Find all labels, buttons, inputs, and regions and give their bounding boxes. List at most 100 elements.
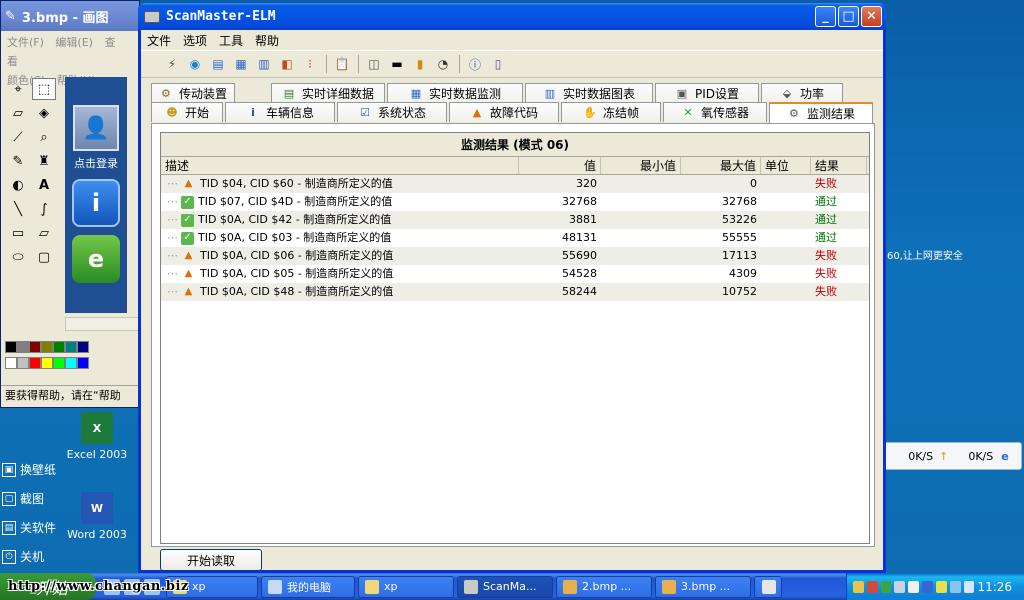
color-swatch[interactable] xyxy=(77,357,89,369)
paint-titlebar[interactable]: ✎ 3.bmp - 画图 xyxy=(1,1,139,31)
text-icon[interactable]: A xyxy=(32,174,56,196)
tray-icon[interactable] xyxy=(880,580,892,593)
rectangle-icon[interactable]: ▭ xyxy=(6,222,30,244)
color-swatch[interactable] xyxy=(41,357,53,369)
table-row[interactable]: ⋯ ▲ TID $0A, CID $05 - 制造商所定义的值 54528 4309 失败 xyxy=(161,265,869,283)
start-read-button[interactable]: 开始读取 xyxy=(160,549,262,571)
color-swatch[interactable] xyxy=(5,341,17,353)
tab-pid-settings[interactable]: ▣ PID设置 xyxy=(655,83,759,103)
tab-live-details[interactable]: ▤ 实时详细数据 xyxy=(271,83,385,103)
wallpaper-button[interactable]: ▣ 换壁纸 xyxy=(2,461,56,478)
line-icon[interactable]: ╲ xyxy=(6,198,30,220)
about-icon[interactable]: ⓘ xyxy=(466,55,484,73)
document-icon[interactable]: ▤ xyxy=(209,55,227,73)
curve-icon[interactable]: ∫ xyxy=(32,198,56,220)
tab-fault-codes[interactable]: ▲ 故障代码 xyxy=(449,102,559,122)
table-row[interactable]: ⋯ ✓ TID $0A, CID $03 - 制造商所定义的值 48131 55555 通… xyxy=(161,229,869,247)
col-unit[interactable]: 单位 xyxy=(761,157,811,174)
airbrush-icon[interactable]: ◐ xyxy=(6,174,30,196)
log-icon[interactable]: ◫ xyxy=(365,55,383,73)
table-row[interactable]: ⋯ ▲ TID $0A, CID $06 - 制造商所定义的值 55690 17113 失… xyxy=(161,247,869,265)
book-icon[interactable]: ▯ xyxy=(489,55,507,73)
task-scanmaster[interactable]: ScanMa... xyxy=(457,575,553,598)
color-swatch[interactable] xyxy=(77,341,89,353)
color-swatch[interactable] xyxy=(65,341,77,353)
rect-select-icon[interactable]: ⬚ xyxy=(32,78,56,100)
volume-icon[interactable] xyxy=(908,580,920,593)
tab-power[interactable]: ⬙ 功率 xyxy=(761,83,843,103)
connect-icon[interactable]: ⚡ xyxy=(163,55,181,73)
rounded-rect-icon[interactable]: ▢ xyxy=(32,246,56,268)
window-titlebar[interactable]: ScanMaster-ELM _ □ ✕ xyxy=(138,3,886,30)
browser-icon[interactable]: e xyxy=(72,235,120,283)
eraser-icon[interactable]: ▱ xyxy=(6,102,30,124)
table-row[interactable]: ⋯ ▲ TID $04, CID $60 - 制造商所定义的值 320 0 失败 xyxy=(161,175,869,193)
task-my-computer[interactable]: 我的电脑 xyxy=(261,575,355,598)
tray-icon[interactable] xyxy=(963,580,975,593)
color-swatch[interactable] xyxy=(53,341,65,353)
traffic-light-icon[interactable]: ⁝ xyxy=(301,55,319,73)
tab-transmission[interactable]: ⚙ 传动装置 xyxy=(151,83,235,103)
maximize-button[interactable]: □ xyxy=(838,6,859,27)
menu-help[interactable]: 帮助 xyxy=(255,32,279,49)
magnifier-icon[interactable]: ⌕ xyxy=(32,126,56,148)
fill-icon[interactable]: ◈ xyxy=(32,102,56,124)
table-icon[interactable]: ▦ xyxy=(232,55,250,73)
battery-icon[interactable]: ▮ xyxy=(411,55,429,73)
close-button[interactable]: ✕ xyxy=(861,6,882,27)
table-row[interactable]: ⋯ ✓ TID $0A, CID $42 - 制造商所定义的值 3881 53226 通过 xyxy=(161,211,869,229)
menu-tools[interactable]: 工具 xyxy=(219,32,243,49)
paint-menu-file[interactable]: 文件(F) xyxy=(7,36,44,49)
tray-icon[interactable] xyxy=(922,580,933,593)
color-swatch[interactable] xyxy=(17,341,29,353)
info-icon[interactable]: i xyxy=(72,179,120,227)
col-value[interactable]: 值 xyxy=(519,157,601,174)
desktop-icon-word[interactable]: W Word 2003 xyxy=(60,492,134,541)
color-swatch[interactable] xyxy=(17,357,29,369)
col-desc[interactable]: 描述 xyxy=(161,157,519,174)
tab-freeze-frame[interactable]: ✋ 冻结帧 xyxy=(561,102,661,122)
menu-file[interactable]: 文件 xyxy=(147,32,171,49)
login-link[interactable]: 点击登录 xyxy=(65,155,127,171)
tray-icon[interactable] xyxy=(866,580,878,593)
color-swatch[interactable] xyxy=(41,341,53,353)
task-paint-2[interactable]: 2.bmp ... xyxy=(556,575,652,598)
task-paint-3[interactable]: 3.bmp ... xyxy=(655,575,751,598)
task-keyboard[interactable] xyxy=(754,575,782,598)
table-row[interactable]: ⋯ ✓ TID $07, CID $4D - 制造商所定义的值 32768 32768 通… xyxy=(161,193,869,211)
minimize-button[interactable]: _ xyxy=(815,6,836,27)
desktop-icon-excel[interactable]: X Excel 2003 xyxy=(60,412,134,461)
paint-horizontal-scrollbar[interactable] xyxy=(65,317,139,331)
screenshot-button[interactable]: ▢ 截图 xyxy=(2,490,44,507)
color-swatch[interactable] xyxy=(5,357,17,369)
clipboard-icon[interactable]: 📋 xyxy=(333,55,351,73)
color-swatch[interactable] xyxy=(65,357,77,369)
chart-icon[interactable]: ▥ xyxy=(255,55,273,73)
terminal-icon[interactable]: ▬ xyxy=(388,55,406,73)
brush-icon[interactable]: ♜ xyxy=(32,150,56,172)
col-max[interactable]: 最大值 xyxy=(681,157,761,174)
polygon-icon[interactable]: ▱ xyxy=(32,222,56,244)
tray-icon[interactable] xyxy=(949,580,961,593)
menu-options[interactable]: 选项 xyxy=(183,32,207,49)
tab-oxygen-sensor[interactable]: ✕ 氧传感器 xyxy=(663,102,767,122)
free-select-icon[interactable]: ⌖ xyxy=(6,78,30,100)
tab-monitor-results[interactable]: ⚙ 监测结果 xyxy=(769,102,873,123)
tab-live-monitor[interactable]: ▦ 实时数据监测 xyxy=(387,83,523,103)
tray-icon[interactable] xyxy=(935,580,947,593)
pencil-icon[interactable]: ✎ xyxy=(6,150,30,172)
globe-icon[interactable]: ◉ xyxy=(186,55,204,73)
picker-icon[interactable]: ⟋ xyxy=(6,126,30,148)
task-folder-xp-2[interactable]: xp xyxy=(358,575,454,598)
table-row[interactable]: ⋯ ▲ TID $0A, CID $48 - 制造商所定义的值 58244 10752 失… xyxy=(161,283,869,301)
color-swatch[interactable] xyxy=(29,357,41,369)
clock[interactable]: 11:26 xyxy=(977,580,1012,594)
color-swatch[interactable] xyxy=(29,341,41,353)
color-swatch[interactable] xyxy=(53,357,65,369)
gauge-icon[interactable]: ◔ xyxy=(434,55,452,73)
col-result[interactable]: 结果 xyxy=(811,157,867,174)
palette-icon[interactable]: ◧ xyxy=(278,55,296,73)
tab-live-chart[interactable]: ▥ 实时数据图表 xyxy=(525,83,653,103)
tray-icon[interactable] xyxy=(853,580,864,593)
paint-menu-edit[interactable]: 编辑(E) xyxy=(55,36,93,49)
